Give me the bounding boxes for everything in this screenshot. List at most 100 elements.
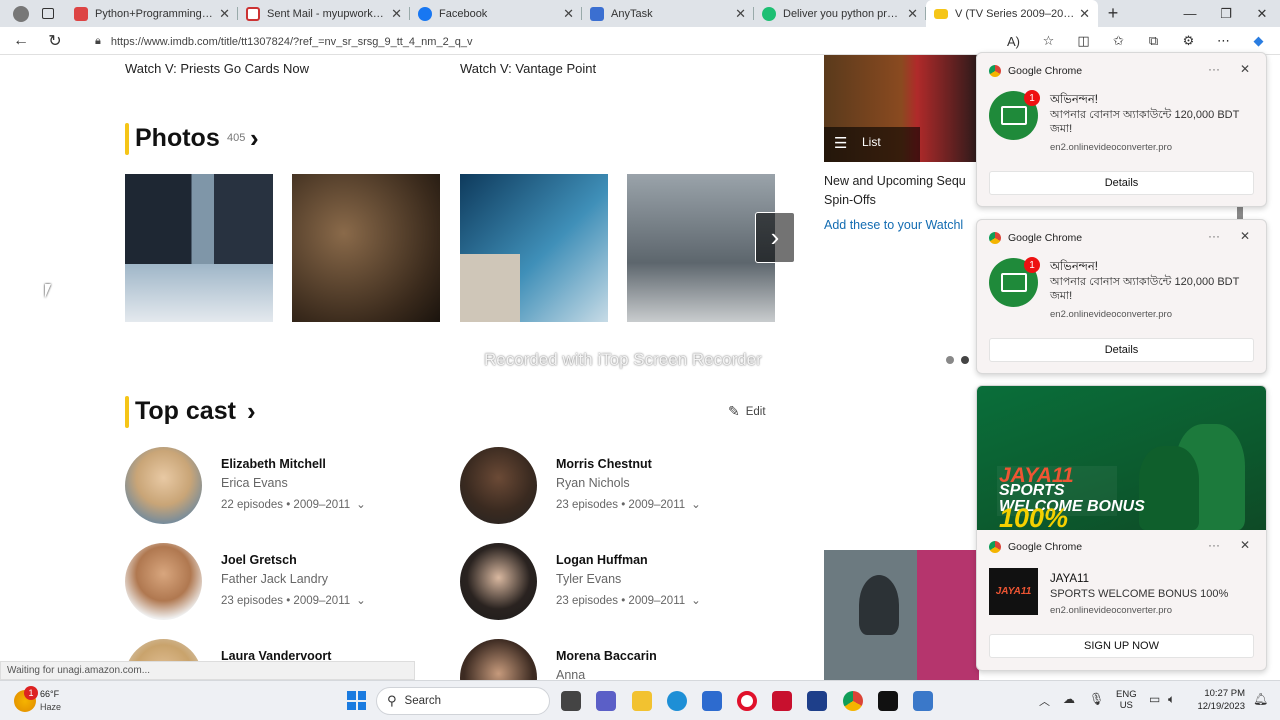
notification-card[interactable]: Google Chrome ··· ✕ 1 অভিনন্দন! আপনার বো… — [976, 52, 1267, 207]
weather-temp[interactable]: 66°F — [40, 689, 59, 699]
refresh-icon[interactable]: ↻ — [38, 31, 72, 51]
photo-2[interactable] — [292, 174, 440, 322]
teams-chat-icon[interactable] — [596, 691, 616, 711]
close-notification-icon[interactable]: ✕ — [1240, 538, 1250, 552]
close-tab-icon[interactable]: ✕ — [907, 6, 918, 22]
minimize-button[interactable]: — — [1172, 0, 1208, 27]
close-tab-icon[interactable]: ✕ — [1079, 6, 1090, 22]
more-menu-icon[interactable]: ⋯ — [1206, 33, 1241, 49]
address-bar-row: ← ↻ 🔒︎ https://www.imdb.com/title/tt1307… — [0, 27, 1280, 55]
chrome-icon[interactable] — [843, 691, 863, 711]
network-icon[interactable]: ▭ — [1149, 692, 1160, 706]
microphone-icon[interactable]: 🎙︎ — [1089, 692, 1104, 706]
cast-avatar[interactable] — [460, 543, 537, 620]
cast-avatar[interactable] — [125, 543, 202, 620]
details-button[interactable]: Details — [989, 171, 1254, 195]
cast-name[interactable]: Joel Gretsch — [221, 553, 297, 567]
maximize-button[interactable]: ❐ — [1208, 0, 1244, 27]
notification-bell-icon[interactable]: 🔔︎ — [1253, 692, 1268, 706]
security-shield-icon[interactable] — [807, 691, 827, 711]
notification-card[interactable]: Google Chrome ··· ✕ 1 অভিনন্দন! আপনার বো… — [976, 219, 1267, 374]
photos-title[interactable]: Photos — [135, 124, 220, 153]
cast-name[interactable]: Morena Baccarin — [556, 649, 657, 663]
weather-icon[interactable]: 1 — [14, 686, 38, 712]
tab-imdb[interactable]: V (TV Series 2009–2011) - IM ✕ — [926, 0, 1098, 27]
store-icon[interactable] — [702, 691, 722, 711]
photo-3[interactable] — [460, 174, 608, 322]
read-aloud-icon[interactable]: A) — [996, 34, 1031, 49]
split-screen-icon[interactable]: ◫ — [1066, 33, 1101, 49]
tab-anytask[interactable]: AnyTask ✕ — [582, 0, 754, 27]
cast-name[interactable]: Morris Chestnut — [556, 457, 652, 471]
close-tab-icon[interactable]: ✕ — [391, 6, 402, 22]
photo-1[interactable] — [125, 174, 273, 322]
watch-link-left[interactable]: Watch V: Priests Go Cards Now — [125, 61, 309, 76]
close-tab-icon[interactable]: ✕ — [219, 6, 230, 22]
profile-icon[interactable] — [12, 5, 29, 22]
url-field[interactable]: 🔒︎ https://www.imdb.com/title/tt1307824/… — [95, 31, 985, 52]
onedrive-icon[interactable]: ☁ — [1063, 692, 1075, 706]
close-notification-icon[interactable]: ✕ — [1240, 62, 1250, 76]
cast-name[interactable]: Logan Huffman — [556, 553, 648, 567]
cast-avatar[interactable] — [460, 447, 537, 524]
opera-icon[interactable] — [737, 691, 757, 711]
cast-avatar[interactable] — [460, 639, 537, 680]
tab-actions-icon[interactable] — [41, 8, 54, 19]
cast-episodes[interactable]: 23 episodes • 2009–2011 ⌄ — [556, 593, 701, 607]
screen-recorder-icon[interactable] — [772, 691, 792, 711]
cast-episodes[interactable]: 23 episodes • 2009–2011 ⌄ — [556, 497, 701, 511]
start-button[interactable] — [347, 691, 366, 710]
edit-label: Edit — [745, 405, 766, 418]
chevron-up-icon[interactable]: ︿ — [1039, 693, 1050, 709]
terminal-app-icon[interactable] — [878, 691, 898, 711]
notification-more-icon[interactable]: ··· — [1208, 229, 1220, 243]
cast-episodes[interactable]: 23 episodes • 2009–2011 ⌄ — [221, 593, 366, 607]
back-icon[interactable]: ← — [4, 32, 38, 50]
clock[interactable]: 10:27 PM 12/19/2023 — [1190, 688, 1245, 712]
details-button[interactable]: Details — [989, 338, 1254, 362]
notification-card[interactable]: JAYA11 SPORTS WELCOME BONUS 100% Google … — [976, 385, 1267, 671]
top-cast-title[interactable]: Top cast — [135, 397, 236, 426]
new-tab-button[interactable]: + — [1098, 0, 1128, 27]
favorites-icon[interactable]: ✩ — [1101, 33, 1136, 49]
close-notification-icon[interactable]: ✕ — [1240, 229, 1250, 243]
network-app-icon[interactable] — [913, 691, 933, 711]
tab-fiverr[interactable]: Deliver you python program ✕ — [754, 0, 926, 27]
sidebar-poster-image[interactable] — [824, 550, 979, 680]
language-indicator[interactable]: ENG US — [1116, 689, 1137, 711]
file-explorer-icon[interactable] — [632, 691, 652, 711]
cast-name[interactable]: Elizabeth Mitchell — [221, 457, 326, 471]
ad-banner-image[interactable]: JAYA11 SPORTS WELCOME BONUS 100% — [977, 386, 1266, 533]
sidebar-list-title[interactable]: New and Upcoming Sequ Spin-Offs — [824, 172, 976, 210]
favorite-star-icon[interactable]: ☆ — [1031, 33, 1066, 49]
tab-facebook[interactable]: Facebook ✕ — [410, 0, 582, 27]
top-cast-chevron-icon[interactable]: › — [247, 396, 256, 427]
edge-icon[interactable] — [667, 691, 687, 711]
weather-condition[interactable]: Haze — [40, 702, 61, 712]
sidebar-list-image[interactable]: ☰ List — [824, 55, 979, 162]
cast-avatar[interactable] — [125, 447, 202, 524]
copilot-icon[interactable]: ◆ — [1241, 33, 1276, 49]
sign-up-button[interactable]: SIGN UP NOW — [989, 634, 1254, 658]
task-view-icon[interactable] — [561, 691, 581, 711]
close-tab-icon[interactable]: ✕ — [735, 6, 746, 22]
watch-link-right[interactable]: Watch V: Vantage Point — [460, 61, 596, 76]
sidebar-watchlist-link[interactable]: Add these to your Watchl — [824, 218, 963, 232]
photo-4[interactable] — [627, 174, 775, 322]
edit-cast-button[interactable]: ✎ Edit — [728, 403, 766, 420]
notification-more-icon[interactable]: ··· — [1208, 538, 1220, 552]
carousel-dot[interactable] — [961, 356, 969, 364]
notification-more-icon[interactable]: ··· — [1208, 62, 1220, 76]
taskbar-search[interactable]: ⚲ Search — [376, 687, 550, 715]
cast-episodes[interactable]: 22 episodes • 2009–2011 ⌄ — [221, 497, 366, 511]
collections-icon[interactable]: ⧉ — [1136, 33, 1171, 49]
photos-chevron-icon[interactable]: › — [250, 123, 259, 154]
photos-next-button[interactable]: › — [755, 212, 795, 263]
carousel-dot[interactable] — [946, 356, 954, 364]
tab-python-programming[interactable]: Python+Programming+Trai ✕ — [66, 0, 238, 27]
tab-sent-mail[interactable]: Sent Mail - myupwork019@ ✕ — [238, 0, 410, 27]
close-window-button[interactable]: ✕ — [1244, 0, 1280, 27]
close-tab-icon[interactable]: ✕ — [563, 6, 574, 22]
volume-icon[interactable]: 🔈︎ — [1168, 692, 1175, 707]
extensions-icon[interactable]: ⚙ — [1171, 33, 1206, 49]
